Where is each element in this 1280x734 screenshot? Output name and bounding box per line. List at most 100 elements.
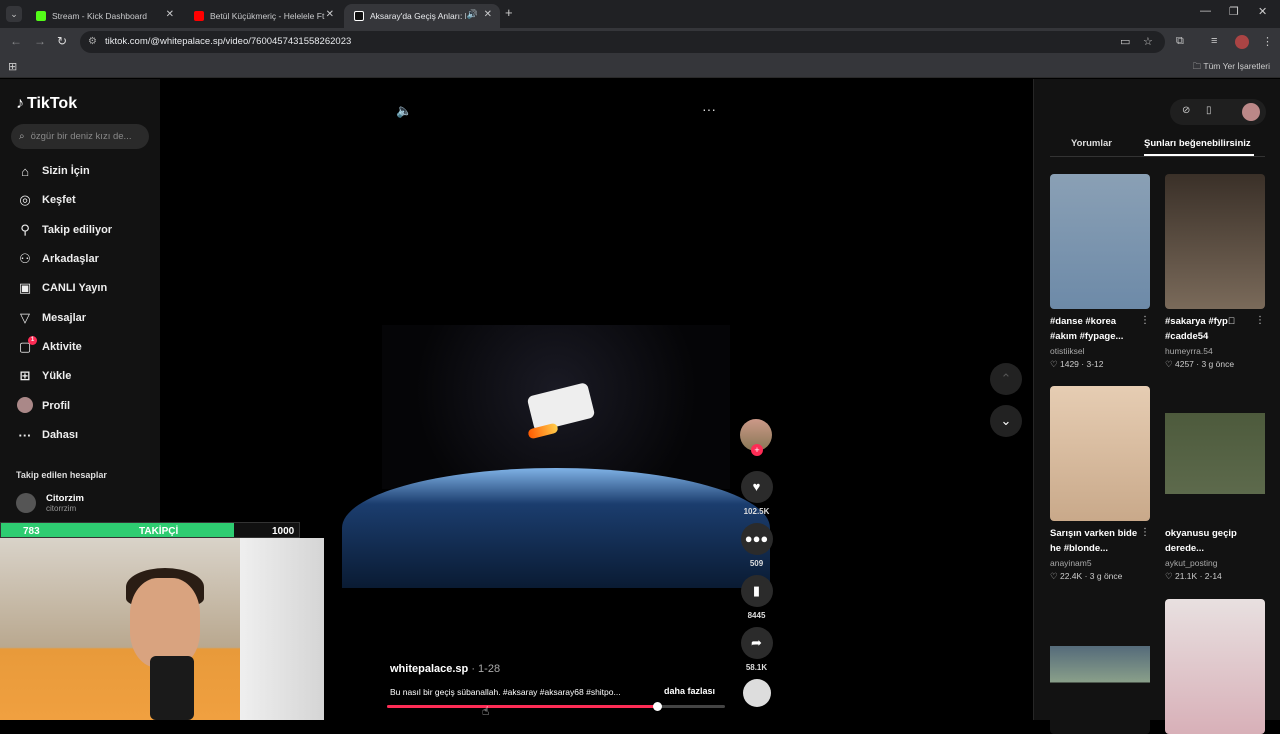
previous-video-button[interactable]: ⌃ [990, 363, 1022, 395]
profile-avatar-icon[interactable] [1235, 35, 1249, 49]
video-thumbnail[interactable] [1165, 386, 1265, 521]
compass-icon[interactable]: ⊘ [1182, 105, 1190, 116]
close-window-icon[interactable]: ✕ [1258, 5, 1267, 18]
follow-plus-icon[interactable]: + [751, 444, 763, 456]
video-thumbnail[interactable] [1050, 386, 1150, 521]
card-more-icon[interactable]: ⋮ [1140, 315, 1150, 326]
video-player[interactable]: 🔈 ··· whitepalace.sp · 1-28 Bu nasıl bir… [342, 91, 770, 720]
close-tab-icon[interactable]: ✕ [326, 9, 334, 20]
video-author[interactable]: whitepalace.sp · 1-28 [390, 663, 500, 675]
tab-kick-dashboard[interactable]: Stream - Kick Dashboard ✕ [26, 4, 182, 28]
user-avatar[interactable] [1242, 103, 1260, 121]
card-title[interactable]: okyanusu geçip derede... [1165, 526, 1257, 556]
video-thumbnail[interactable] [1165, 174, 1265, 309]
card-user[interactable]: anayinam5 [1050, 558, 1150, 568]
logo-text: TikTok [27, 95, 78, 112]
close-tab-icon[interactable]: ✕ [166, 9, 174, 20]
card-title[interactable]: #sakarya #fyp゚ #cadde54 [1165, 314, 1257, 344]
card-title[interactable]: Sarışın varken bide he #blonde... [1050, 526, 1142, 556]
tab-tiktok-active[interactable]: Aksaray'da Geçiş Anları: Ko 🔊 ✕ [344, 4, 500, 28]
reload-icon[interactable]: ↻ [57, 34, 67, 48]
nav-friends[interactable]: ⚇ Arkadaşlar [16, 249, 99, 269]
heart-icon: ♡ [1050, 359, 1060, 369]
tab-you-may-like[interactable]: Şunları beğenebilirsiniz [1144, 138, 1251, 149]
restore-icon[interactable]: ❐ [1229, 5, 1239, 18]
card-stats: ♡ 22.4K · 3 g önce [1050, 571, 1123, 581]
recommended-video-card[interactable]: #sakarya #fyp゚ #cadde54 humeyrra.54 ♡ 42… [1165, 174, 1265, 370]
see-more-link[interactable]: daha fazlası [664, 686, 715, 696]
new-tab-button[interactable]: + [505, 5, 513, 20]
video-thumbnail[interactable] [1050, 599, 1150, 734]
tab-search-icon[interactable]: ⌄ [6, 6, 22, 22]
nav-explore[interactable]: ◎ Keşfet [16, 190, 75, 210]
bookmark-star-icon[interactable]: ☆ [1143, 35, 1153, 48]
more-options-icon[interactable]: ··· [702, 101, 716, 117]
search-input[interactable]: ⌕ özgür bir deniz kızı de... [11, 124, 149, 149]
nav-for-you[interactable]: ⌂ Sizin İçin [16, 161, 90, 181]
tiktok-logo[interactable]: ♪ TikTok [16, 95, 77, 113]
creator-avatar[interactable]: + [740, 419, 773, 456]
card-user[interactable]: otistiiksel [1050, 346, 1150, 356]
like-button[interactable]: ♥ 102.5K [740, 471, 773, 516]
back-icon[interactable]: ← [10, 34, 22, 48]
volume-icon[interactable]: 🔈 [396, 103, 412, 119]
nav-upload[interactable]: ⊞ Yükle [16, 366, 72, 386]
save-button[interactable]: ▮ 8445 [740, 575, 773, 620]
tab-youtube[interactable]: Betül Küçükmeriç - Helelele Ft ✕ [184, 4, 342, 28]
nav-live[interactable]: ▣ CANLI Yayın [16, 278, 107, 298]
send-icon: ▽ [20, 310, 30, 325]
recommended-video-card[interactable]: okyanusu geçip derede... aykut_posting ♡… [1165, 386, 1265, 582]
author-name[interactable]: whitepalace.sp [390, 663, 468, 675]
all-bookmarks-label: Tüm Yer İşaretleri [1203, 61, 1270, 71]
following-account[interactable]: Citorzim citorrzim [16, 493, 84, 513]
tab-comments[interactable]: Yorumlar [1071, 138, 1112, 149]
heart-icon: ♡ [1165, 571, 1175, 581]
save-count: 8445 [747, 611, 766, 620]
audio-playing-icon[interactable]: 🔊 [467, 9, 478, 20]
progress-knob[interactable] [653, 702, 663, 711]
url-text[interactable]: tiktok.com/@whitepalace.sp/video/7600457… [105, 36, 351, 47]
chrome-menu-icon[interactable]: ⋮ [1262, 35, 1273, 48]
nav-messages[interactable]: ▽ Mesajlar [16, 308, 86, 328]
following-handle: citorrzim [46, 504, 77, 513]
card-more-icon[interactable]: ⋮ [1140, 527, 1150, 538]
nav-following[interactable]: ⚲ Takip ediliyor [16, 220, 112, 240]
forward-icon[interactable]: → [34, 34, 46, 48]
card-more-icon[interactable]: ⋮ [1255, 315, 1265, 326]
cast-icon[interactable]: ▭ [1120, 35, 1130, 48]
recommended-video-card[interactable] [1165, 599, 1265, 734]
heart-icon: ♡ [1050, 571, 1060, 581]
follower-goal: 1000 [272, 526, 295, 537]
share-button[interactable]: ➦ 58.1K [740, 627, 773, 672]
video-thumbnail[interactable] [1165, 599, 1265, 734]
video-thumbnail[interactable] [1050, 174, 1150, 309]
all-bookmarks[interactable]: 🗀 Tüm Yer İşaretleri [1193, 61, 1270, 75]
card-title[interactable]: #danse #korea #akım #fypage... [1050, 314, 1142, 344]
nav-activity[interactable]: ▢ 1 Aktivite [16, 336, 82, 357]
folder-icon: 🗀 [1192, 61, 1204, 71]
phone-icon[interactable]: ▯ [1206, 105, 1212, 116]
close-tab-icon[interactable]: ✕ [484, 9, 492, 20]
card-likes: 21.1K [1174, 571, 1198, 581]
nav-more[interactable]: ··· Dahası [16, 425, 79, 445]
apps-grid-icon[interactable]: ⊞ [8, 60, 17, 73]
comment-icon: ●●● [740, 523, 773, 555]
music-disc[interactable] [740, 679, 773, 707]
next-video-button[interactable]: ⌄ [990, 405, 1022, 437]
video-progress-bar[interactable] [387, 702, 725, 711]
comment-button[interactable]: ●●● 509 [740, 523, 773, 568]
recommended-video-card[interactable]: Sarışın varken bide he #blonde... anayin… [1050, 386, 1150, 582]
card-user[interactable]: humeyrra.54 [1165, 346, 1265, 356]
site-info-icon[interactable]: ⚙ [88, 36, 97, 47]
music-avatar [742, 679, 771, 707]
nav-profile[interactable]: Profil [16, 396, 70, 416]
earth-horizon [342, 468, 770, 588]
extensions-icon[interactable]: ⧉ [1176, 35, 1184, 48]
address-bar[interactable]: ⚙ tiktok.com/@whitepalace.sp/video/76004… [80, 31, 1165, 53]
minimize-icon[interactable]: — [1200, 5, 1211, 17]
card-user[interactable]: aykut_posting [1165, 558, 1265, 568]
recommended-video-card[interactable]: #danse #korea #akım #fypage... otistiiks… [1050, 174, 1150, 370]
bookmarks-bar: ⊞ 🗀 Tüm Yer İşaretleri [0, 56, 1280, 78]
media-icon[interactable]: ≡ [1211, 35, 1217, 47]
recommended-video-card[interactable] [1050, 599, 1150, 734]
